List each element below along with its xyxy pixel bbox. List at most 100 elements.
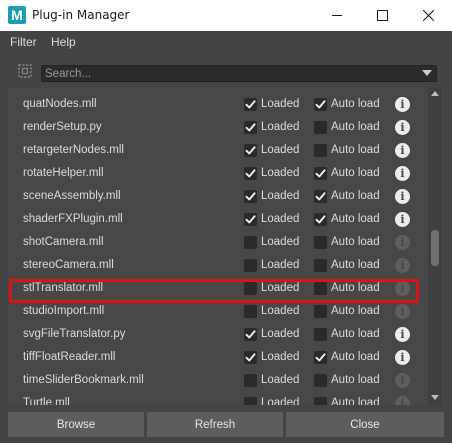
auto-load-checkbox[interactable] bbox=[314, 374, 327, 387]
auto-load-checkbox[interactable] bbox=[314, 236, 327, 249]
checkmark-icon bbox=[315, 353, 326, 362]
loaded-label: Loaded bbox=[261, 374, 300, 386]
maximize-button[interactable] bbox=[359, 0, 405, 31]
auto-load-label: Auto load bbox=[331, 351, 380, 363]
search-field[interactable] bbox=[41, 65, 437, 82]
plugin-name: studioImport.mll bbox=[23, 305, 105, 317]
loaded-checkbox[interactable] bbox=[244, 236, 257, 249]
checkmark-icon bbox=[245, 192, 256, 201]
loaded-label: Loaded bbox=[261, 328, 300, 340]
auto-load-checkbox[interactable] bbox=[314, 397, 327, 405]
auto-load-label: Auto load bbox=[331, 328, 380, 340]
auto-load-checkbox[interactable] bbox=[314, 144, 327, 157]
checkmark-icon bbox=[245, 169, 256, 178]
auto-load-checkbox[interactable] bbox=[314, 282, 327, 295]
info-icon[interactable]: i bbox=[395, 166, 410, 181]
search-row bbox=[0, 56, 452, 88]
loaded-checkbox[interactable] bbox=[244, 259, 257, 272]
plugin-list: quatNodes.mll Loaded Auto load i renderSetup… bbox=[8, 87, 444, 405]
info-icon[interactable]: i bbox=[395, 350, 410, 365]
info-icon[interactable]: i bbox=[395, 143, 410, 158]
plugin-row: rotateHelper.mll Loaded Auto load i bbox=[8, 163, 428, 186]
checkmark-icon bbox=[245, 123, 256, 132]
plugin-row: studioImport.mll Loaded Auto load i bbox=[8, 301, 428, 324]
button-bar: Browse Refresh Close bbox=[8, 412, 444, 437]
loaded-checkbox[interactable] bbox=[244, 121, 257, 134]
plugin-name: quatNodes.mll bbox=[23, 98, 97, 110]
maya-logo-icon: M bbox=[8, 6, 26, 24]
info-icon[interactable]: i bbox=[395, 189, 410, 204]
plugin-row: stlTranslator.mll Loaded Auto load i bbox=[8, 278, 428, 301]
scroll-down-arrow-icon[interactable] bbox=[431, 395, 439, 400]
plugin-row: renderSetup.py Loaded Auto load i bbox=[8, 117, 428, 140]
info-icon: i bbox=[395, 373, 410, 388]
scroll-up-arrow-icon[interactable] bbox=[431, 91, 439, 96]
plugin-row: svgFileTranslator.py Loaded Auto load i bbox=[8, 324, 428, 347]
plugin-row: tiffFloatReader.mll Loaded Auto load i bbox=[8, 347, 428, 370]
menu-filter[interactable]: Filter bbox=[10, 35, 37, 49]
auto-load-checkbox[interactable] bbox=[314, 259, 327, 272]
info-icon[interactable]: i bbox=[395, 97, 410, 112]
auto-load-checkbox[interactable] bbox=[314, 98, 327, 111]
auto-load-label: Auto load bbox=[331, 190, 380, 202]
info-icon[interactable]: i bbox=[395, 212, 410, 227]
refresh-button[interactable]: Refresh bbox=[147, 412, 283, 437]
auto-load-checkbox[interactable] bbox=[314, 328, 327, 341]
loaded-checkbox[interactable] bbox=[244, 397, 257, 405]
loaded-label: Loaded bbox=[261, 190, 300, 202]
loaded-checkbox[interactable] bbox=[244, 328, 257, 341]
close-button[interactable]: Close bbox=[286, 412, 444, 437]
list-scrollbar[interactable] bbox=[428, 87, 442, 405]
auto-load-label: Auto load bbox=[331, 236, 380, 248]
loaded-checkbox[interactable] bbox=[244, 305, 257, 318]
loaded-checkbox[interactable] bbox=[244, 190, 257, 203]
search-dropdown-arrow-icon[interactable] bbox=[422, 70, 432, 76]
auto-load-checkbox[interactable] bbox=[314, 121, 327, 134]
search-input[interactable] bbox=[42, 66, 412, 81]
info-icon: i bbox=[395, 304, 410, 319]
auto-load-checkbox[interactable] bbox=[314, 305, 327, 318]
loaded-label: Loaded bbox=[261, 144, 300, 156]
loaded-checkbox[interactable] bbox=[244, 144, 257, 157]
auto-load-checkbox[interactable] bbox=[314, 351, 327, 364]
loaded-checkbox[interactable] bbox=[244, 374, 257, 387]
auto-load-label: Auto load bbox=[331, 397, 380, 405]
checkmark-icon bbox=[245, 146, 256, 155]
info-icon[interactable]: i bbox=[395, 120, 410, 135]
auto-load-checkbox[interactable] bbox=[314, 190, 327, 203]
loaded-checkbox[interactable] bbox=[244, 98, 257, 111]
loaded-label: Loaded bbox=[261, 121, 300, 133]
checkmark-icon bbox=[315, 169, 326, 178]
close-window-button[interactable] bbox=[405, 0, 451, 31]
info-icon: i bbox=[395, 258, 410, 273]
plugin-row: quatNodes.mll Loaded Auto load i bbox=[8, 94, 428, 117]
auto-load-checkbox[interactable] bbox=[314, 213, 327, 226]
auto-load-label: Auto load bbox=[331, 282, 380, 294]
menu-bar: Filter Help bbox=[0, 31, 452, 53]
checkmark-icon bbox=[245, 330, 256, 339]
magic-lasso-icon[interactable] bbox=[17, 63, 33, 79]
auto-load-label: Auto load bbox=[331, 213, 380, 225]
plugin-name: shotCamera.mll bbox=[23, 236, 104, 248]
minimize-icon bbox=[331, 15, 342, 16]
info-icon[interactable]: i bbox=[395, 327, 410, 342]
loaded-checkbox[interactable] bbox=[244, 282, 257, 295]
checkmark-icon bbox=[245, 353, 256, 362]
auto-load-label: Auto load bbox=[331, 144, 380, 156]
auto-load-label: Auto load bbox=[331, 167, 380, 179]
scroll-thumb[interactable] bbox=[431, 230, 439, 266]
checkmark-icon bbox=[315, 100, 326, 109]
plugin-name: stlTranslator.mll bbox=[23, 282, 104, 294]
plugin-name: sceneAssembly.mll bbox=[23, 190, 121, 202]
loaded-checkbox[interactable] bbox=[244, 167, 257, 180]
browse-button[interactable]: Browse bbox=[8, 412, 144, 437]
info-icon: i bbox=[395, 396, 410, 405]
auto-load-checkbox[interactable] bbox=[314, 167, 327, 180]
checkmark-icon bbox=[245, 100, 256, 109]
loaded-label: Loaded bbox=[261, 213, 300, 225]
loaded-checkbox[interactable] bbox=[244, 351, 257, 364]
loaded-label: Loaded bbox=[261, 397, 300, 405]
minimize-button[interactable] bbox=[314, 0, 360, 31]
loaded-checkbox[interactable] bbox=[244, 213, 257, 226]
menu-help[interactable]: Help bbox=[51, 35, 76, 49]
